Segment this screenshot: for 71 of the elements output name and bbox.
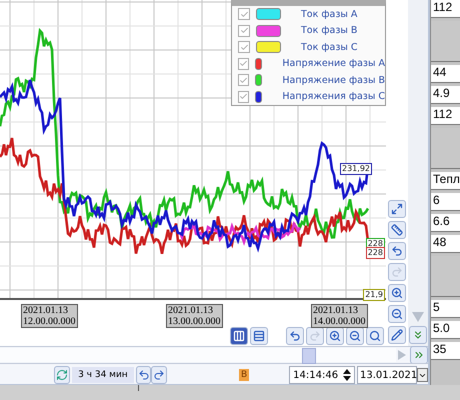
fit-button[interactable]: [388, 200, 406, 218]
duration-label: 3 ч 34 мин: [72, 367, 134, 383]
zoom-in-icon: [329, 330, 341, 342]
series-label: Напряжение фазы B: [282, 74, 385, 86]
table-cell: 5: [431, 300, 460, 318]
legend-checkbox[interactable]: [238, 8, 250, 20]
double-chevron-right-icon: [413, 349, 426, 361]
zoom-out-button[interactable]: [346, 327, 364, 346]
redo-button[interactable]: [151, 366, 167, 384]
table-cell: 112: [431, 107, 460, 125]
date-field[interactable]: 13.01.2021: [357, 366, 418, 384]
status-badge: B: [238, 369, 250, 381]
search-button[interactable]: [366, 327, 384, 346]
view-mode-button[interactable]: [250, 327, 268, 346]
undo-icon: [138, 369, 150, 381]
undo-icon: [289, 330, 301, 342]
spinner-icon: [343, 368, 352, 382]
table-cell: 44: [431, 65, 460, 83]
value-tag: 228: [366, 247, 385, 259]
zoom-in-button[interactable]: [388, 284, 406, 302]
zoom-out-button[interactable]: [388, 305, 406, 323]
value-tag: 231,92: [340, 163, 372, 175]
table-cell: 4.9: [431, 86, 460, 104]
undo-button[interactable]: [388, 242, 406, 260]
undo-button[interactable]: [136, 366, 152, 384]
expand-down-button[interactable]: [409, 326, 427, 344]
legend-checkbox[interactable]: [238, 24, 250, 37]
redo-icon: [153, 369, 166, 381]
legend-checkbox[interactable]: [238, 90, 249, 103]
redo-icon: [391, 266, 403, 278]
time-axis-label: 2021.01.13 12.00.00.000: [21, 304, 78, 328]
search-icon: [369, 330, 381, 342]
time-axis-label: 2021.01.13 14.00.00.000: [311, 304, 368, 328]
scroll-thumb[interactable]: [302, 348, 316, 364]
double-chevron-down-icon: [412, 329, 424, 341]
series-label: Напряжение фазы A: [282, 58, 385, 70]
value-tag: 21,9: [363, 289, 385, 301]
series-label: Ток фазы C: [301, 42, 358, 53]
table-cell: 6.6: [431, 214, 460, 232]
table-cell: Тепл: [431, 172, 460, 190]
series-label: Ток фазы A: [301, 8, 358, 20]
zoom-in-icon: [391, 287, 403, 299]
ruler-button[interactable]: [388, 221, 406, 239]
refresh-icon: [56, 369, 68, 381]
edit-button[interactable]: [388, 326, 406, 344]
table-cell: 112: [431, 0, 460, 18]
zoom-out-icon: [391, 308, 403, 320]
refresh-button[interactable]: [54, 366, 70, 384]
zoom-out-icon: [349, 330, 361, 342]
series-label: Напряжения фазы C: [282, 91, 385, 102]
time-axis-label: 2021.01.13 13.00.00.000: [166, 304, 222, 328]
redo-icon: [309, 330, 321, 342]
legend-checkbox[interactable]: [238, 74, 249, 86]
table-cell: 35: [431, 342, 460, 360]
rows-icon: [253, 330, 265, 342]
columns-icon: [233, 330, 245, 342]
series-label: Ток фазы B: [301, 25, 358, 36]
undo-icon: [391, 245, 403, 257]
table-cell: 48: [431, 235, 460, 253]
view-mode-button[interactable]: [230, 327, 248, 346]
undo-button[interactable]: [286, 327, 304, 346]
pencil-icon: [391, 329, 403, 341]
dropdown-button[interactable]: [417, 368, 428, 382]
zoom-in-button[interactable]: [326, 327, 344, 346]
fit-icon: [391, 203, 403, 215]
legend-checkbox[interactable]: [238, 41, 250, 54]
ruler-icon: [391, 224, 403, 236]
table-cell: 6: [431, 193, 460, 211]
legend-checkbox[interactable]: [238, 58, 249, 70]
time-field[interactable]: 14:14:46: [289, 366, 356, 384]
table-cell: 5.0: [431, 321, 460, 339]
